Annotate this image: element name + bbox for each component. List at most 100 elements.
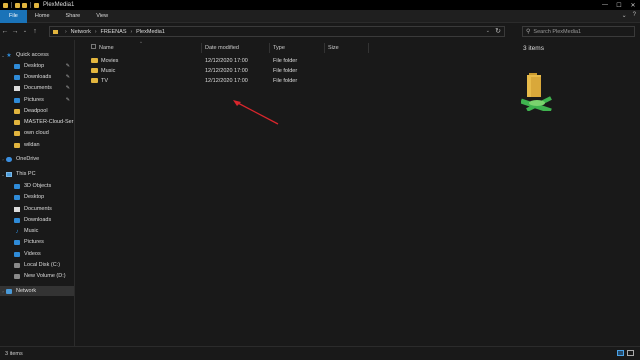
sidebar-item-label: Quick access [16, 52, 49, 58]
refresh-icon[interactable]: ↻ [495, 27, 501, 35]
table-row[interactable]: TV 12/12/2020 17:00 File folder [85, 76, 515, 86]
pictures-icon [14, 239, 20, 245]
sidebar-item-label: Pictures [24, 239, 44, 245]
sidebar-item-downloads-pc[interactable]: Downloads [0, 215, 74, 225]
ribbon-options: ⌄ ? [622, 12, 636, 19]
drive-icon [14, 273, 20, 279]
downloads-icon [14, 74, 20, 80]
address-dropdown-icon[interactable]: ⌄ [486, 28, 490, 34]
breadcrumb-network[interactable]: Network [71, 29, 91, 35]
tab-file[interactable]: File [0, 9, 27, 23]
expand-ribbon-icon[interactable]: ⌄ [622, 12, 627, 19]
quick-access-toolbar [0, 2, 39, 8]
network-folder-icon [521, 73, 552, 111]
videos-icon [14, 251, 20, 257]
forward-icon[interactable]: → [10, 28, 20, 35]
desktop-icon [14, 63, 20, 69]
close-button[interactable]: ✕ [626, 0, 640, 10]
sidebar-item-onedrive[interactable]: › OneDrive [0, 154, 74, 164]
toolbar-separator [11, 2, 12, 8]
details-pane: 3 items [515, 40, 640, 346]
search-icon: ⚲ [526, 29, 531, 35]
sidebar-item-this-pc[interactable]: ⌄ This PC [0, 169, 74, 179]
sidebar-item-label: Music [24, 228, 39, 234]
sidebar-item-label: Downloads [24, 74, 52, 80]
sidebar-item-deadpool[interactable]: Deadpool [0, 106, 74, 116]
column-divider[interactable] [324, 43, 325, 53]
search-box[interactable]: ⚲ [522, 26, 635, 37]
column-header-name[interactable]: Name [99, 43, 114, 53]
column-divider[interactable] [201, 43, 202, 53]
sidebar-item-documents-pc[interactable]: Documents [0, 204, 74, 214]
sidebar-item-new-volume-d[interactable]: New Volume (D:) [0, 271, 74, 281]
tab-view[interactable]: View [88, 10, 116, 23]
help-icon[interactable]: ? [633, 12, 636, 19]
sidebar-item-label: wildan [24, 142, 40, 148]
sidebar-item-label: Downloads [24, 217, 52, 223]
pin-icon: ✎ [65, 63, 70, 69]
breadcrumb-plexmedia1[interactable]: PlexMedia1 [136, 29, 165, 35]
properties-icon[interactable] [15, 2, 20, 8]
sidebar-item-label: Pictures [24, 97, 44, 103]
sidebar-item-music[interactable]: ♪ Music [0, 226, 74, 236]
address-bar[interactable]: › Network › FREENAS › PlexMedia1 ⌄ ↻ [49, 26, 505, 37]
folder-icon [14, 108, 20, 114]
new-folder-icon[interactable] [22, 2, 27, 8]
folder-icon [14, 130, 20, 136]
large-icons-view-icon[interactable] [627, 350, 634, 356]
sidebar-item-pictures-pc[interactable]: Pictures [0, 237, 74, 247]
file-date: 12/12/2020 17:00 [205, 68, 248, 74]
cloud-icon [6, 156, 12, 162]
sidebar-item-master-cloud-ser[interactable]: MASTER-Cloud-Ser [0, 117, 74, 127]
sidebar-item-label: Documents [24, 85, 52, 91]
sidebar-item-label: Desktop [24, 63, 45, 69]
tab-home[interactable]: Home [27, 10, 58, 23]
sidebar-item-network[interactable]: › Network [0, 286, 74, 296]
pin-icon: ✎ [65, 97, 70, 103]
column-divider[interactable] [269, 43, 270, 53]
folder-icon [91, 68, 98, 73]
file-name: TV [101, 78, 109, 84]
pictures-icon [14, 97, 20, 103]
sidebar-item-videos[interactable]: Videos [0, 249, 74, 259]
tab-share[interactable]: Share [58, 10, 89, 23]
file-name: Movies [101, 58, 119, 64]
sidebar-item-wildan[interactable]: wildan [0, 140, 74, 150]
pin-icon: ✎ [65, 85, 70, 91]
music-icon: ♪ [15, 228, 19, 235]
search-input[interactable] [533, 28, 629, 35]
sidebar-item-desktop[interactable]: Desktop ✎ [0, 61, 74, 71]
sidebar-item-pictures[interactable]: Pictures ✎ [0, 95, 74, 105]
folder-icon [91, 58, 98, 63]
table-row[interactable]: Music 12/12/2020 17:00 File folder [85, 66, 515, 76]
sidebar-item-label: OneDrive [16, 156, 40, 162]
sidebar-item-downloads[interactable]: Downloads ✎ [0, 72, 74, 82]
column-header-date-modified[interactable]: Date modified [205, 43, 239, 53]
sidebar-item-label: Local Disk (C:) [24, 262, 61, 268]
details-view-icon[interactable] [617, 350, 624, 356]
column-header-size[interactable]: Size [328, 43, 339, 53]
minimize-button[interactable]: — [598, 0, 612, 10]
sidebar-item-desktop-pc[interactable]: Desktop [0, 192, 74, 202]
column-header-type[interactable]: Type [273, 43, 285, 53]
file-type: File folder [273, 58, 298, 64]
status-bar: 3 items [0, 346, 640, 360]
sidebar-item-local-disk-c[interactable]: Local Disk (C:) [0, 260, 74, 270]
sidebar-item-label: New Volume (D:) [24, 273, 66, 279]
select-all-checkbox[interactable] [91, 44, 96, 49]
up-icon[interactable]: ↑ [30, 28, 40, 35]
maximize-button[interactable]: ☐ [612, 0, 626, 10]
sidebar-item-documents[interactable]: Documents ✎ [0, 83, 74, 93]
sidebar-item-3d-objects[interactable]: 3D Objects [0, 181, 74, 191]
sidebar-item-own-cloud[interactable]: own cloud [0, 128, 74, 138]
sidebar-item-quick-access[interactable]: ⌄ ★ Quick access [0, 50, 74, 60]
breadcrumb-freenas[interactable]: FREENAS [101, 29, 127, 35]
column-divider[interactable] [368, 43, 369, 53]
chevron-right-icon: › [130, 28, 133, 35]
network-icon [6, 288, 12, 294]
table-row[interactable]: Movies 12/12/2020 17:00 File folder [85, 56, 515, 66]
window-title: PlexMedia1 [43, 2, 75, 8]
recent-locations-icon[interactable]: ⌄ [20, 28, 30, 34]
back-icon[interactable]: ← [0, 28, 10, 35]
ribbon-tabs: File Home Share View ⌄ ? [0, 9, 640, 23]
